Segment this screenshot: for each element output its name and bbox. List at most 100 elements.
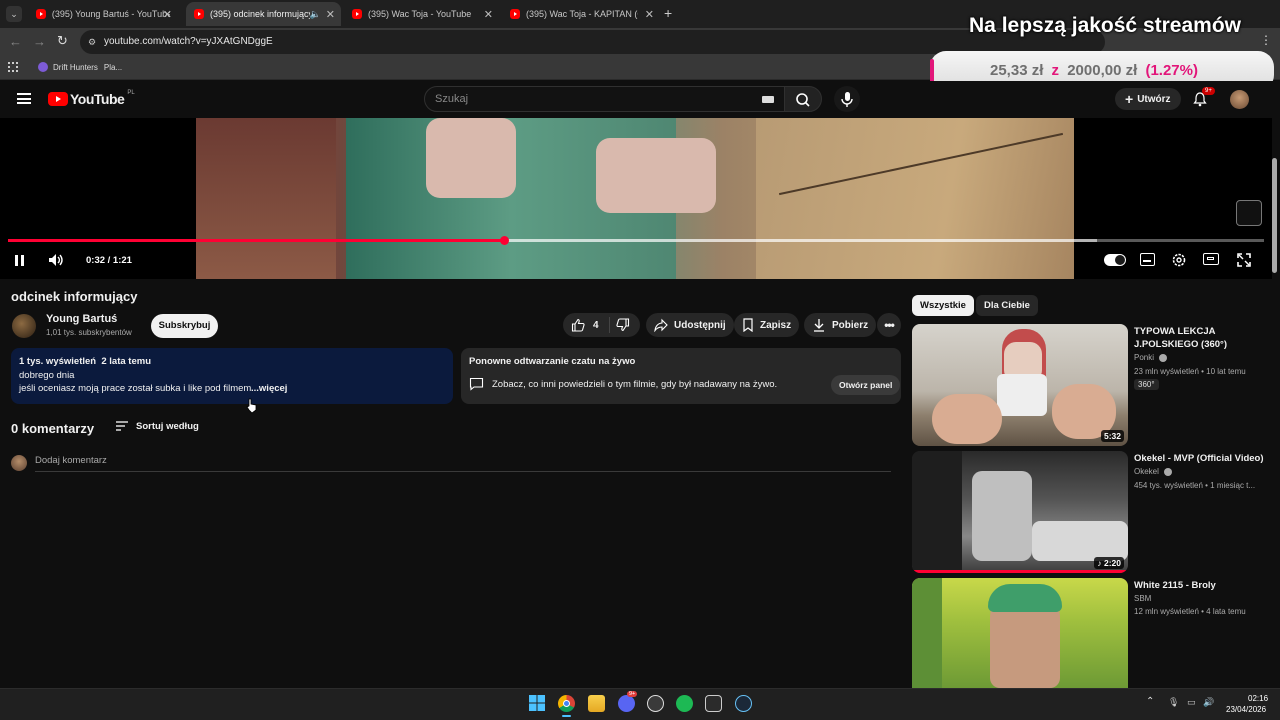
notifications-button[interactable]: 9+	[1192, 87, 1215, 107]
new-tab-icon[interactable]: +	[664, 5, 672, 21]
guide-menu-icon[interactable]	[17, 93, 31, 104]
video-thumbnail[interactable]: 5:32	[912, 324, 1128, 446]
reload-icon[interactable]: ↻	[57, 33, 68, 49]
keyboard-icon[interactable]	[762, 96, 774, 103]
add-comment-input[interactable]: Dodaj komentarz	[35, 455, 891, 472]
volume-tray-icon[interactable]: 🔊	[1203, 697, 1214, 708]
related-video-channel[interactable]: SBM	[1134, 594, 1151, 603]
channel-watermark[interactable]	[1236, 200, 1262, 226]
tab-wac-toja-kapitan[interactable]: (395) Wac Toja - KAPITAN (Offic ✕	[502, 2, 660, 26]
clock-date[interactable]: 23/04/2026	[1226, 705, 1266, 714]
related-video-channel[interactable]: Ponki	[1134, 353, 1168, 362]
search-input[interactable]: Szukaj	[424, 86, 786, 112]
fullscreen-button[interactable]	[1236, 252, 1252, 268]
music-note-icon: ♪	[1097, 558, 1104, 568]
download-icon	[814, 319, 824, 332]
download-button[interactable]: Pobierz	[804, 313, 877, 337]
video-player[interactable]	[0, 118, 1272, 279]
close-tab-icon[interactable]: ✕	[326, 8, 335, 21]
subscribe-button[interactable]: Subskrybuj	[151, 314, 218, 338]
user-avatar	[11, 455, 27, 471]
microphone-tray-icon[interactable]: 🎙	[1168, 697, 1179, 708]
close-tab-icon[interactable]: ✕	[645, 8, 654, 21]
volume-button[interactable]	[47, 252, 65, 268]
youtube-favicon-icon	[352, 9, 362, 19]
download-label: Pobierz	[832, 319, 869, 331]
donation-percent: (1.27%)	[1145, 62, 1198, 79]
sort-label: Sortuj według	[136, 420, 199, 432]
tab-search-button[interactable]: ⌄	[6, 6, 22, 22]
open-panel-button[interactable]: Otwórz panel	[831, 375, 901, 395]
pause-button[interactable]	[14, 254, 26, 267]
theater-icon	[1207, 257, 1214, 260]
site-info-icon[interactable]: ⚙	[88, 30, 96, 54]
subtitles-button[interactable]	[1140, 253, 1155, 266]
forward-icon[interactable]: →	[33, 34, 46, 49]
description-line: jeśli oceniasz moją prace został subka i…	[19, 383, 252, 394]
description-box[interactable]: 1 tys. wyświetleń 2 lata temu dobrego dn…	[11, 348, 453, 404]
more-actions-button[interactable]: •••	[877, 313, 901, 337]
microphone-icon	[841, 92, 853, 107]
bookmark-drift-hunters[interactable]: Drift Hunters Pla...	[38, 62, 122, 72]
voice-search-button[interactable]	[834, 86, 860, 112]
steam-icon[interactable]	[735, 695, 752, 712]
show-more-link[interactable]: ...więcej	[251, 383, 287, 394]
clock-time[interactable]: 02:16	[1248, 694, 1268, 703]
duration-text: 2:20	[1103, 558, 1121, 568]
file-explorer-icon[interactable]	[588, 695, 605, 712]
dislike-button[interactable]	[610, 318, 630, 332]
speaker-icon[interactable]: 🔈	[310, 9, 321, 20]
progress-bar[interactable]	[8, 239, 1264, 242]
like-button[interactable]: 4	[563, 317, 610, 333]
share-button[interactable]: Udostępnij	[646, 313, 734, 337]
chevron-up-icon[interactable]: ⌃	[1146, 696, 1154, 707]
comments-count: 0 komentarzy	[11, 421, 95, 436]
video-thumbnail[interactable]: ♪ 2:20	[912, 451, 1128, 573]
channel-avatar[interactable]	[12, 314, 36, 338]
channel-name[interactable]: Young Bartuś	[46, 313, 117, 325]
theater-mode-button[interactable]	[1203, 253, 1219, 265]
related-video-title[interactable]: Okekel - MVP (Official Video)	[1134, 452, 1264, 465]
account-avatar[interactable]	[1230, 90, 1249, 109]
video-thumbnail[interactable]	[912, 578, 1128, 688]
tab-wac-toja[interactable]: (395) Wac Toja - YouTube ✕	[344, 2, 499, 26]
app-icon[interactable]	[647, 695, 664, 712]
sort-button[interactable]: Sortuj według	[115, 420, 199, 432]
search-icon	[796, 93, 810, 107]
video-title: odcinek informujący	[11, 289, 138, 304]
related-video-title[interactable]: White 2115 - Broly	[1134, 579, 1264, 592]
page-scrollbar[interactable]	[1272, 158, 1277, 273]
search-button[interactable]	[784, 86, 822, 112]
youtube-logo[interactable]: YouTube PL	[48, 90, 135, 107]
autoplay-toggle[interactable]	[1104, 254, 1126, 266]
related-video-channel[interactable]: Okekel	[1134, 467, 1173, 476]
chip-all[interactable]: Wszystkie	[912, 295, 974, 316]
bookmark-icon	[743, 318, 753, 332]
verified-icon	[1164, 467, 1173, 476]
tab-young-bartus[interactable]: (395) Young Bartuś - YouTube ✕	[28, 2, 178, 26]
youtube-favicon-icon	[510, 9, 520, 19]
tab-odcinek-informujacy[interactable]: (395) odcinek informujący 🔈 ✕	[186, 2, 341, 26]
settings-button[interactable]	[1171, 252, 1187, 268]
back-icon[interactable]: ←	[9, 34, 22, 49]
app-icon[interactable]	[705, 695, 722, 712]
chrome-icon[interactable]	[558, 695, 575, 712]
related-video-title[interactable]: TYPOWA LEKCJA J.POLSKIEGO (360°)	[1134, 325, 1264, 351]
save-button[interactable]: Zapisz	[734, 313, 800, 337]
discord-icon[interactable]: 9+	[618, 691, 638, 712]
played-bar	[8, 239, 505, 242]
close-tab-icon[interactable]: ✕	[163, 8, 172, 21]
close-tab-icon[interactable]: ✕	[484, 8, 493, 21]
chip-for-you[interactable]: Dla Ciebie	[976, 295, 1038, 316]
like-count: 4	[593, 319, 599, 331]
windows-start-icon[interactable]	[529, 695, 545, 711]
pause-icon	[15, 255, 24, 266]
windows-taskbar	[0, 688, 1280, 720]
plus-icon: +	[1125, 91, 1134, 107]
scrubber-handle[interactable]	[499, 236, 509, 245]
create-button[interactable]: + Utwórz	[1115, 88, 1181, 110]
chat-replay-text: Zobacz, co inni powiedzieli o tym filmie…	[492, 379, 778, 390]
network-icon[interactable]: ▭	[1187, 697, 1196, 708]
spotify-icon[interactable]	[676, 695, 693, 712]
apps-grid-icon[interactable]	[8, 62, 18, 72]
